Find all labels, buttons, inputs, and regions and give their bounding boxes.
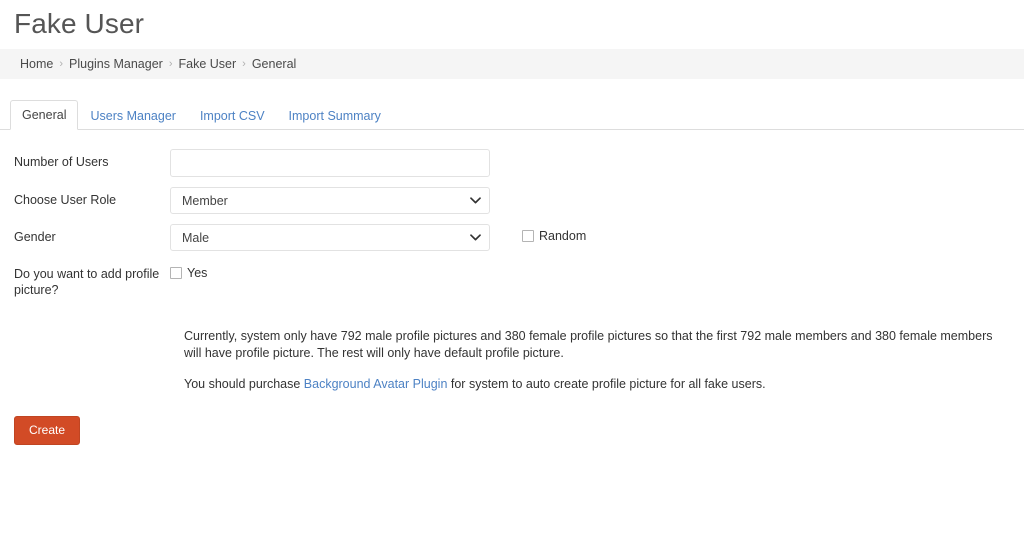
create-button[interactable]: Create: [14, 416, 81, 445]
form-row-gender: Gender Male Random: [0, 224, 1024, 251]
number-of-users-input[interactable]: [170, 149, 490, 177]
breadcrumb: Home › Plugins Manager › Fake User › Gen…: [0, 49, 1024, 79]
form-row-user-role: Choose User Role Member: [0, 187, 1024, 214]
breadcrumb-separator-icon: ›: [242, 58, 246, 70]
label-number-of-users: Number of Users: [14, 155, 109, 169]
breadcrumb-item-home[interactable]: Home: [20, 57, 53, 71]
tab-bar: General Users Manager Import CSV Import …: [0, 100, 1024, 130]
gender-selected-value: Male: [182, 230, 210, 245]
note-profile-picture-availability: Currently, system only have 792 male pro…: [184, 329, 993, 360]
gender-random-checkbox-row[interactable]: Random: [522, 224, 586, 243]
gender-random-label: Random: [539, 229, 587, 243]
background-avatar-plugin-link[interactable]: Background Avatar Plugin: [304, 377, 448, 391]
tab-import-csv[interactable]: Import CSV: [188, 101, 277, 130]
tab-import-summary[interactable]: Import Summary: [277, 101, 393, 130]
control-number-of-users: [170, 149, 1024, 177]
breadcrumb-item-fake-user[interactable]: Fake User: [179, 57, 237, 71]
notes-section: Currently, system only have 792 male pro…: [0, 308, 1010, 393]
gender-select-wrapper: Male: [170, 224, 490, 251]
control-user-role: Member: [170, 187, 1024, 214]
user-role-select-wrapper: Member: [170, 187, 490, 214]
label-add-profile-picture: Do you want to add profile picture?: [14, 267, 160, 297]
page-title: Fake User: [14, 8, 145, 39]
profile-picture-yes-label: Yes: [187, 266, 208, 280]
breadcrumb-separator-icon: ›: [168, 58, 173, 70]
note-purchase-plugin: You should purchase Background Avatar Pl…: [184, 376, 1010, 393]
form-actions: Create: [0, 407, 1024, 445]
form-row-number-of-users: Number of Users: [0, 149, 1024, 177]
user-role-selected-value: Member: [182, 193, 228, 208]
control-profile-picture: Yes: [170, 261, 1024, 280]
control-gender: Male Random: [170, 224, 1024, 251]
user-role-select[interactable]: Member: [170, 187, 490, 214]
tab-general[interactable]: General: [10, 100, 79, 130]
form-row-profile-picture: Do you want to add profile picture? Yes: [0, 261, 1024, 298]
fake-user-form: Number of Users Choose User Role Member …: [0, 130, 1024, 445]
breadcrumb-item-general: General: [251, 57, 297, 71]
profile-picture-yes-checkbox-row[interactable]: Yes: [170, 261, 207, 280]
gender-select[interactable]: Male: [170, 224, 490, 251]
note-purchase-suffix: for system to auto create profile pictur…: [447, 377, 766, 391]
note-purchase-prefix: You should purchase: [184, 377, 304, 391]
profile-picture-yes-checkbox[interactable]: [170, 267, 182, 279]
breadcrumb-item-plugins-manager[interactable]: Plugins Manager: [69, 57, 163, 71]
label-choose-user-role: Choose User Role: [14, 193, 117, 207]
breadcrumb-separator-icon: ›: [59, 58, 64, 70]
label-gender: Gender: [14, 230, 56, 244]
tab-users-manager[interactable]: Users Manager: [78, 101, 187, 130]
gender-random-checkbox[interactable]: [522, 230, 534, 242]
